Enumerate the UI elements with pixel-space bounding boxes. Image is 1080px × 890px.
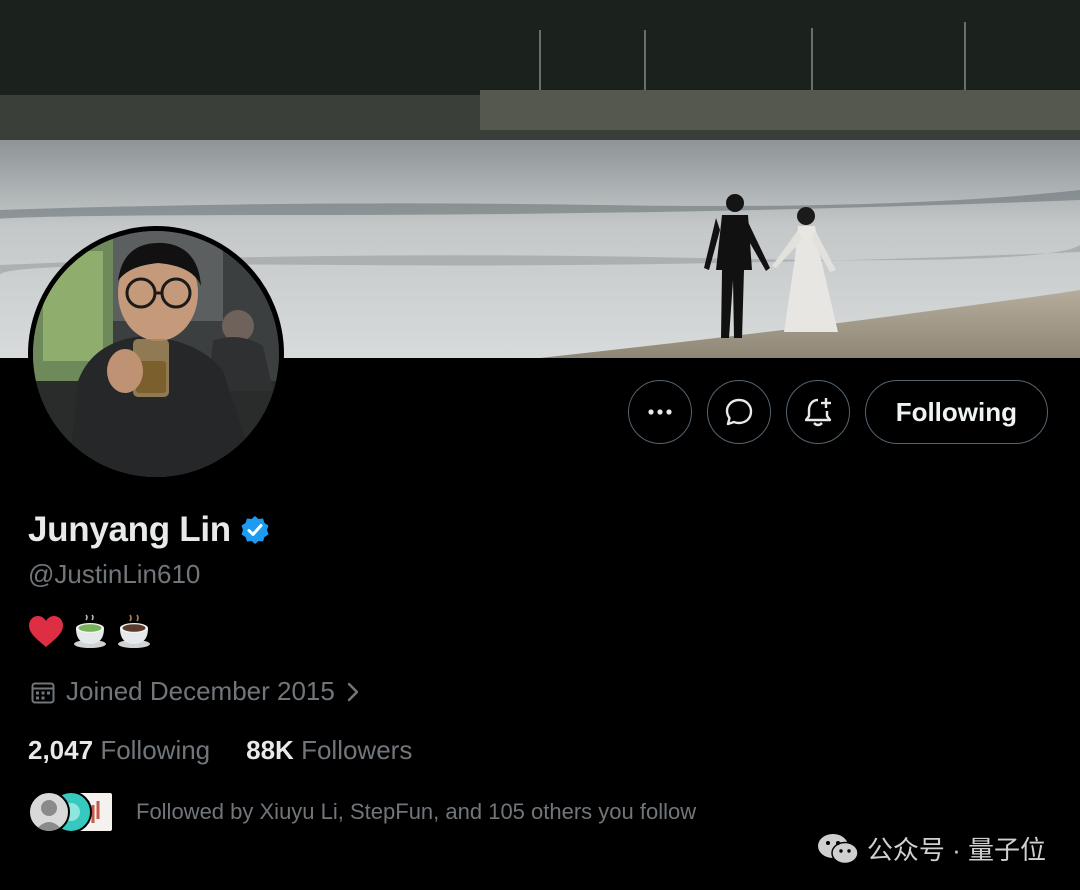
more-horizontal-icon: [648, 409, 672, 415]
notify-button[interactable]: [785, 380, 850, 444]
calendar-icon: [31, 682, 55, 703]
followed-by-text: Followed by Xiuyu Li, StepFun, and 105 o…: [136, 799, 697, 824]
more-button[interactable]: [627, 380, 692, 444]
watermark-text: 公众号 · 量子位: [866, 835, 1046, 865]
name-row: Junyang Lin: [28, 510, 271, 550]
followed-by-avatars: [28, 791, 116, 833]
message-bubble-icon: [725, 398, 752, 426]
mini-avatar: [28, 791, 70, 833]
wechat-icon: [817, 833, 859, 864]
watermark: 公众号 · 量子位: [817, 830, 1046, 867]
followers-count: 88K: [246, 735, 294, 765]
user-handle: @JustinLin610: [28, 559, 201, 589]
chevron-right-icon: [347, 682, 359, 701]
followers-stat[interactable]: 88K Followers: [246, 735, 412, 766]
followers-label: Followers: [301, 735, 413, 765]
joined-date[interactable]: Joined December 2015: [30, 676, 361, 707]
following-button[interactable]: Following: [864, 380, 1048, 444]
joined-text: Joined December 2015: [66, 676, 335, 706]
followed-by[interactable]: Followed by Xiuyu Li, StepFun, and 105 o…: [28, 791, 696, 833]
bell-plus-icon: [804, 398, 831, 427]
red-heart-icon: [29, 616, 63, 647]
verified-badge-icon[interactable]: [239, 514, 271, 546]
avatar-image: [33, 231, 279, 477]
follow-stats: 2,047 Following 88K Followers: [28, 735, 412, 766]
coffee-cup-icon: [118, 614, 150, 648]
following-stat[interactable]: 2,047 Following: [28, 735, 210, 766]
profile-actions: Following: [627, 380, 1048, 444]
bio: [28, 614, 152, 650]
matcha-tea-cup-icon: [74, 614, 106, 648]
following-count: 2,047: [28, 735, 94, 765]
display-name: Junyang Lin: [28, 510, 231, 549]
profile-avatar[interactable]: [28, 226, 284, 482]
following-label: Following: [100, 735, 211, 765]
message-button[interactable]: [706, 380, 771, 444]
